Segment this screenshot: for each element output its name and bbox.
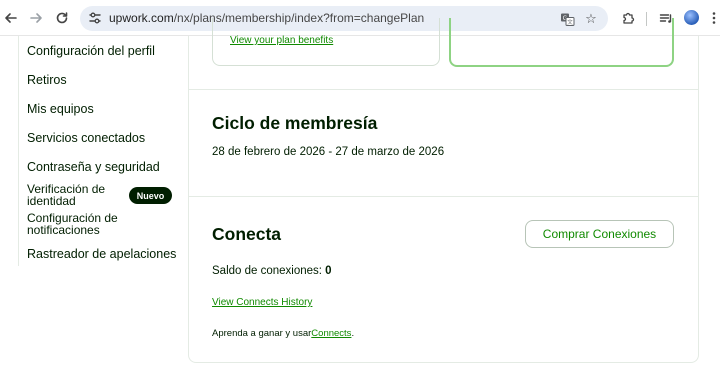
membership-cycle-dates: 28 de febrero de 2026 - 27 de marzo de 2… [212, 146, 445, 158]
sidebar-item-withdrawals[interactable]: Retiros [27, 73, 67, 87]
sidebar-item-appeals-tracker[interactable]: Rastreador de apelaciones [27, 247, 176, 261]
membership-cycle-title: Ciclo de membresía [212, 113, 378, 133]
sidebar-item-notification-settings[interactable]: Configuración de notificaciones [27, 212, 131, 237]
learn-connects-suffix: . [351, 328, 355, 339]
connects-balance: Saldo de conexiones: 0 [212, 265, 332, 277]
sidebar-item-my-teams[interactable]: Mis equipos [27, 102, 94, 116]
sidebar-item-connected-services[interactable]: Servicios conectados [27, 131, 145, 145]
section-divider [189, 196, 698, 197]
sidebar-item-label-line2: notificaciones [27, 222, 100, 237]
forward-arrow-icon[interactable] [26, 8, 46, 28]
section-divider [189, 89, 698, 90]
connects-balance-label: Saldo de conexiones: [212, 265, 326, 277]
sidebar-item-identity-verification[interactable]: Verificación de identidad [27, 183, 131, 208]
sidebar-item-profile-settings[interactable]: Configuración del perfil [27, 44, 155, 58]
sidebar-item-password-security[interactable]: Contraseña y seguridad [27, 160, 160, 174]
connects-title: Conecta [212, 224, 282, 244]
connects-link[interactable]: Connects [311, 328, 351, 339]
reload-icon[interactable] [52, 8, 72, 28]
connects-history-link[interactable]: View Connects History [212, 297, 312, 308]
connects-balance-value: 0 [325, 265, 332, 277]
profile-avatar-icon[interactable] [684, 10, 699, 25]
site-settings-icon[interactable] [88, 11, 102, 25]
menu-dots-icon[interactable] [708, 8, 720, 28]
buy-connects-button[interactable]: Comprar Conexiones [525, 220, 674, 248]
sidebar-item-label-line2: identidad [27, 193, 76, 208]
settings-sidebar: Configuración del perfil Retiros Mis equ… [18, 36, 186, 266]
url-host: upwork.com [109, 11, 174, 25]
membership-card [188, 36, 699, 363]
new-badge: Nuevo [129, 187, 172, 204]
learn-connects-text: Aprenda a ganar y usarConnects. [212, 328, 354, 339]
back-arrow-icon[interactable] [1, 8, 21, 28]
learn-connects-prefix: Aprenda a ganar y usar [212, 328, 312, 339]
